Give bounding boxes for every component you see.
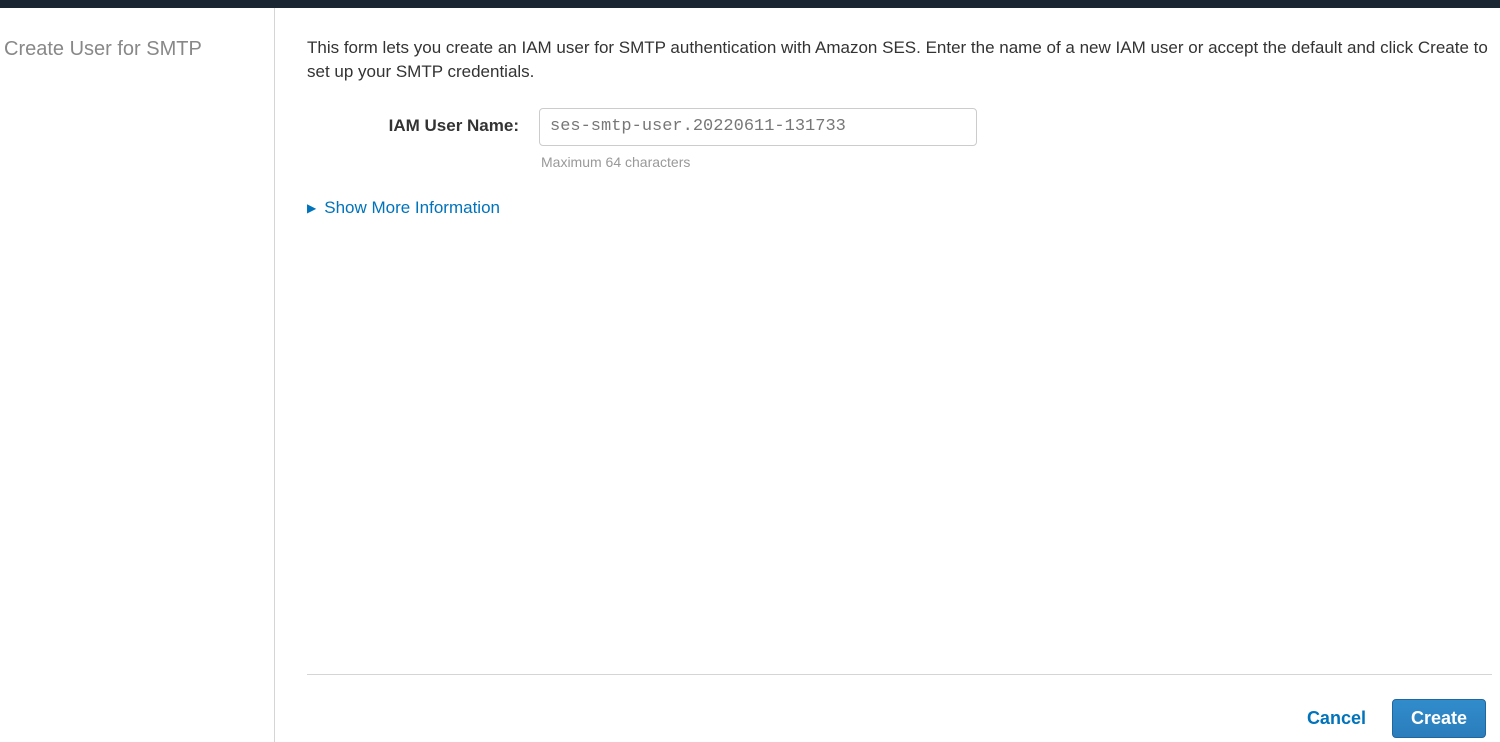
iam-user-label: IAM User Name: (389, 116, 519, 135)
iam-user-label-col: IAM User Name: (307, 108, 539, 136)
show-more-toggle[interactable]: ▶ Show More Information (307, 198, 500, 218)
form-description: This form lets you create an IAM user fo… (307, 36, 1492, 84)
button-row: Cancel Create (307, 699, 1492, 738)
top-bar (0, 0, 1500, 8)
iam-user-row: IAM User Name: Maximum 64 characters (307, 108, 1492, 170)
show-more-label: Show More Information (324, 198, 500, 218)
cancel-button[interactable]: Cancel (1303, 702, 1370, 735)
triangle-right-icon: ▶ (307, 201, 316, 215)
footer-divider (307, 674, 1492, 675)
iam-user-hint: Maximum 64 characters (541, 154, 977, 170)
page-layout: Create User for SMTP This form lets you … (0, 8, 1500, 742)
sidebar: Create User for SMTP (0, 8, 275, 742)
iam-user-input-col: Maximum 64 characters (539, 108, 977, 170)
iam-user-input[interactable] (539, 108, 977, 146)
footer: Cancel Create (307, 674, 1492, 738)
create-button[interactable]: Create (1392, 699, 1486, 738)
main-content: This form lets you create an IAM user fo… (275, 8, 1500, 742)
page-title: Create User for SMTP (4, 38, 264, 61)
